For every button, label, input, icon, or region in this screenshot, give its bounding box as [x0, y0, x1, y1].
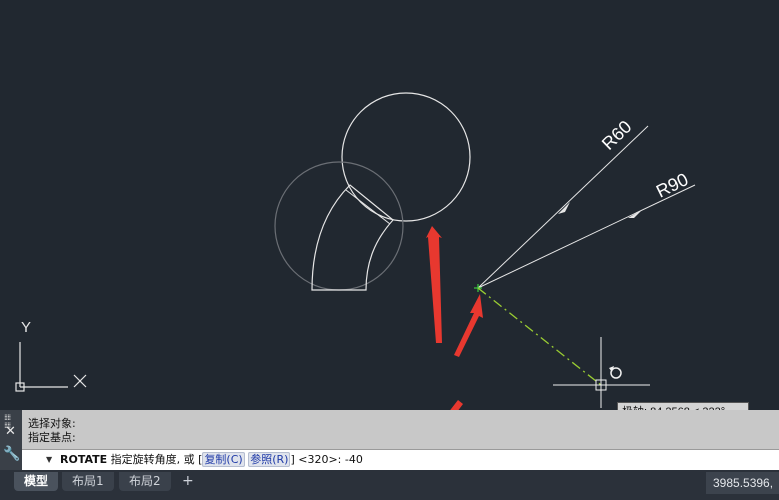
- recent-commands-dropdown-icon[interactable]: ▼: [46, 450, 52, 469]
- command-prompt: 指定旋转角度, 或 [: [110, 453, 203, 466]
- tab-model[interactable]: 模型: [14, 472, 59, 491]
- option-reference[interactable]: 参照(R): [248, 452, 291, 467]
- add-layout-button[interactable]: +: [176, 472, 200, 491]
- command-input-value[interactable]: -40: [345, 453, 363, 466]
- command-panel-sidebar: ⁞⁞⁞⁞ ⁞⁞⁞⁞ ✕ 🔧: [0, 410, 22, 470]
- crosshair-cursor: [553, 337, 650, 408]
- dim-label-r60: R60: [598, 117, 636, 154]
- dim-label-r90: R90: [653, 169, 691, 201]
- command-suffix: ] <320>:: [290, 453, 345, 466]
- option-copy[interactable]: 复制(C): [202, 452, 245, 467]
- polar-tracking-line: [477, 287, 602, 386]
- annotation-arrow-2: [454, 294, 483, 357]
- tab-layout2[interactable]: 布局2: [119, 472, 171, 491]
- command-history-line: 指定基点:: [28, 431, 76, 444]
- annotation-arrow-1: [426, 226, 442, 343]
- slot-inner-edge: [345, 189, 391, 225]
- tab-layout1[interactable]: 布局1: [62, 472, 114, 491]
- coordinate-readout: 3985.5396,: [706, 472, 779, 494]
- ucs-y-label: Y: [21, 319, 31, 336]
- command-input-line[interactable]: ▼ ROTATE 指定旋转角度, 或 [复制(C) 参照(R)] <320>: …: [22, 449, 779, 470]
- leader-r90-arrowhead: [628, 210, 642, 218]
- wrench-icon[interactable]: 🔧: [3, 446, 20, 462]
- leader-r60-arrowhead: [558, 202, 570, 214]
- command-panel: ⁞⁞⁞⁞ ⁞⁞⁞⁞ ✕ 🔧 选择对象: 指定基点: ▼ ROTATE 指定旋转角度…: [0, 410, 779, 470]
- close-icon[interactable]: ✕: [5, 424, 16, 439]
- rotate-cursor-icon: [609, 366, 622, 379]
- status-bar: 模型 布局1 布局2 + 3985.5396,: [0, 470, 779, 500]
- ucs-icon: [15, 342, 87, 392]
- leader-r60: [477, 125, 649, 289]
- command-name: ROTATE: [60, 453, 108, 466]
- preview-circle: [274, 161, 404, 291]
